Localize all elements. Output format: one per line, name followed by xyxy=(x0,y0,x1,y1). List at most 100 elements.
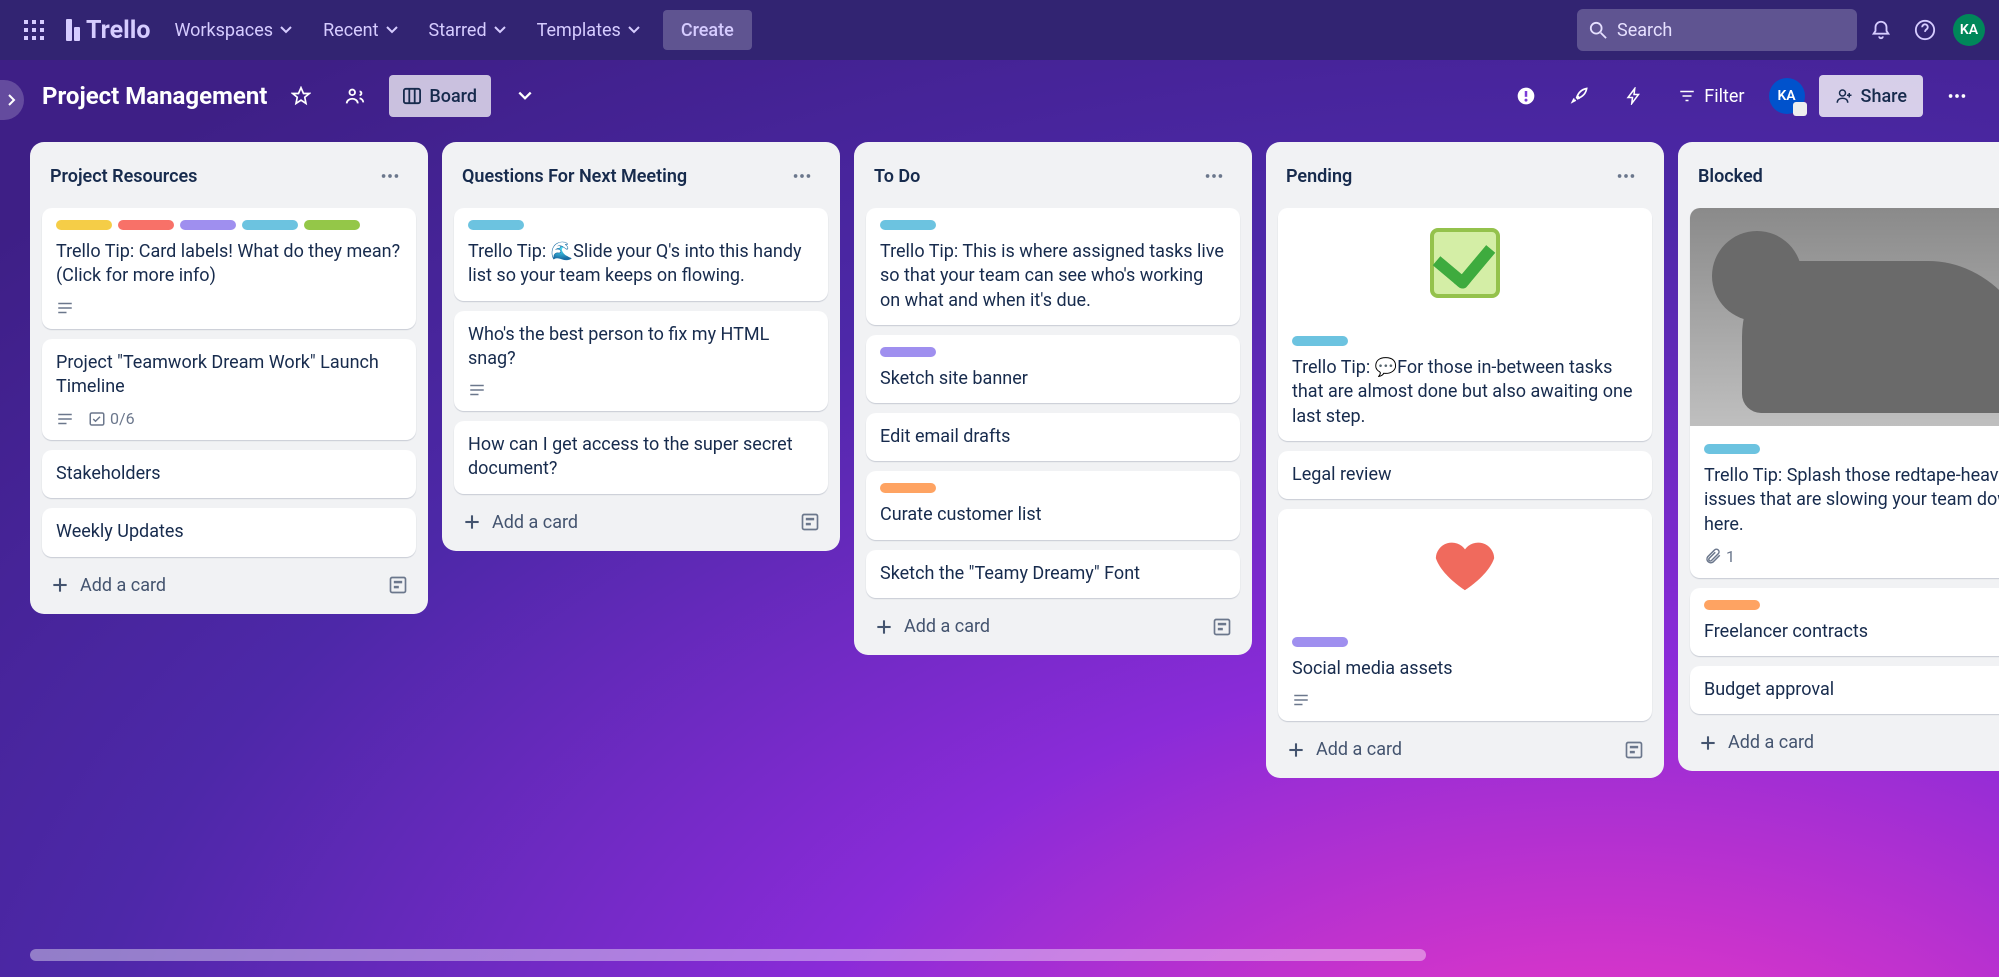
starred-button[interactable]: Starred xyxy=(417,10,519,50)
card[interactable]: Stakeholders xyxy=(42,450,416,498)
dots-icon xyxy=(791,165,813,187)
label-sky[interactable] xyxy=(1292,336,1348,346)
card-cover-image xyxy=(1690,208,1999,426)
label-sky[interactable] xyxy=(880,220,936,230)
add-card-button[interactable]: Add a card xyxy=(864,608,1242,645)
filter-button[interactable]: Filter xyxy=(1668,76,1754,116)
heart-icon xyxy=(1430,529,1500,599)
card-template-button[interactable] xyxy=(1212,617,1232,637)
card[interactable]: Freelancer contracts xyxy=(1690,588,1999,656)
card-title: Stakeholders xyxy=(56,462,402,486)
board-title[interactable]: Project Management xyxy=(42,82,267,110)
board-menu-button[interactable] xyxy=(1937,76,1977,116)
badge-description xyxy=(1292,691,1310,709)
board-view-button[interactable]: Board xyxy=(389,75,491,117)
card-title: Trello Tip: 💬For those in-between tasks … xyxy=(1292,356,1638,429)
templates-label: Templates xyxy=(537,20,621,41)
share-button[interactable]: Share xyxy=(1819,75,1923,117)
board-member-avatar[interactable]: KA xyxy=(1769,78,1805,114)
templates-button[interactable]: Templates xyxy=(525,10,653,50)
list-menu-button[interactable] xyxy=(1608,158,1644,194)
customize-views-button[interactable] xyxy=(505,76,545,116)
label-orange[interactable] xyxy=(880,483,936,493)
add-card-button[interactable]: Add a card xyxy=(452,504,830,541)
label-green[interactable] xyxy=(304,220,360,230)
label-purple[interactable] xyxy=(180,220,236,230)
card[interactable]: Who's the best person to fix my HTML sna… xyxy=(454,311,828,412)
list-menu-button[interactable] xyxy=(784,158,820,194)
list-title[interactable]: Project Resources xyxy=(50,166,197,187)
workspaces-button[interactable]: Workspaces xyxy=(162,10,305,50)
label-red[interactable] xyxy=(118,220,174,230)
alert-button[interactable] xyxy=(1506,76,1546,116)
label-yellow[interactable] xyxy=(56,220,112,230)
card[interactable]: Edit email drafts xyxy=(866,413,1240,461)
list-header: Pending xyxy=(1276,154,1654,198)
create-button[interactable]: Create xyxy=(663,10,752,50)
card[interactable]: Trello Tip: This is where assigned tasks… xyxy=(866,208,1240,325)
visibility-button[interactable] xyxy=(335,76,375,116)
powerups-button[interactable] xyxy=(1560,76,1600,116)
card[interactable]: Budget approval xyxy=(1690,666,1999,714)
card-badges: 0/6 xyxy=(56,409,402,428)
card[interactable]: How can I get access to the super secret… xyxy=(454,421,828,494)
card-labels xyxy=(880,483,1226,493)
card-list: Trello Tip: Card labels! What do they me… xyxy=(40,208,418,557)
card-template-button[interactable] xyxy=(800,512,820,532)
sidebar-expand-button[interactable] xyxy=(0,80,24,120)
list-title[interactable]: To Do xyxy=(874,166,920,187)
card-labels xyxy=(1292,336,1638,346)
card-title: Trello Tip: Splash those redtape-heavy i… xyxy=(1704,464,1999,537)
card[interactable]: Weekly Updates xyxy=(42,508,416,556)
chevron-down-icon xyxy=(627,23,641,37)
label-purple[interactable] xyxy=(880,347,936,357)
label-sky[interactable] xyxy=(242,220,298,230)
label-sky[interactable] xyxy=(468,220,524,230)
chevron-down-icon xyxy=(517,88,533,104)
add-card-button[interactable]: Add a card xyxy=(40,567,418,604)
star-board-button[interactable] xyxy=(281,76,321,116)
account-avatar[interactable]: KA xyxy=(1953,14,1985,46)
card[interactable]: Social media assets xyxy=(1278,509,1652,721)
label-sky[interactable] xyxy=(1704,444,1760,454)
trello-logo-text: Trello xyxy=(86,16,150,45)
card-labels xyxy=(1704,444,1999,454)
notifications-button[interactable] xyxy=(1861,10,1901,50)
scroll-thumb[interactable] xyxy=(30,949,1426,961)
list-title[interactable]: Pending xyxy=(1286,166,1352,187)
board-canvas[interactable]: Project Resources Trello Tip: Card labels… xyxy=(0,132,1999,977)
add-card-button[interactable]: Add a card xyxy=(1688,724,1999,761)
search-input[interactable]: Search xyxy=(1577,9,1857,51)
card[interactable]: Curate customer list xyxy=(866,471,1240,539)
list-menu-button[interactable] xyxy=(1196,158,1232,194)
trello-logo[interactable]: Trello xyxy=(60,16,156,45)
apps-switcher-button[interactable] xyxy=(14,10,54,50)
card-template-button[interactable] xyxy=(388,575,408,595)
card[interactable]: Trello Tip: Splash those redtape-heavy i… xyxy=(1690,208,1999,578)
list-title[interactable]: Blocked xyxy=(1698,166,1763,187)
label-orange[interactable] xyxy=(1704,600,1760,610)
card-template-button[interactable] xyxy=(1624,740,1644,760)
card-title: Legal review xyxy=(1292,463,1638,487)
card[interactable]: Trello Tip: Card labels! What do they me… xyxy=(42,208,416,329)
card[interactable]: Sketch the "Teamy Dreamy" Font xyxy=(866,550,1240,598)
horizontal-scrollbar[interactable] xyxy=(30,949,1969,961)
plus-icon xyxy=(462,512,482,532)
card-title: Weekly Updates xyxy=(56,520,402,544)
card[interactable]: Sketch site banner xyxy=(866,335,1240,403)
recent-button[interactable]: Recent xyxy=(311,10,410,50)
help-button[interactable] xyxy=(1905,10,1945,50)
card[interactable]: Trello Tip: 💬For those in-between tasks … xyxy=(1278,208,1652,441)
checklist-icon xyxy=(88,410,106,428)
chevron-down-icon xyxy=(279,23,293,37)
card[interactable]: Trello Tip: 🌊Slide your Q's into this ha… xyxy=(454,208,828,301)
card-title: Project "Teamwork Dream Work" Launch Tim… xyxy=(56,351,402,400)
card[interactable]: Legal review xyxy=(1278,451,1652,499)
label-purple[interactable] xyxy=(1292,637,1348,647)
list-title[interactable]: Questions For Next Meeting xyxy=(462,166,687,187)
list-menu-button[interactable] xyxy=(372,158,408,194)
template-icon xyxy=(388,575,408,595)
card[interactable]: Project "Teamwork Dream Work" Launch Tim… xyxy=(42,339,416,441)
add-card-button[interactable]: Add a card xyxy=(1276,731,1654,768)
automation-button[interactable] xyxy=(1614,76,1654,116)
